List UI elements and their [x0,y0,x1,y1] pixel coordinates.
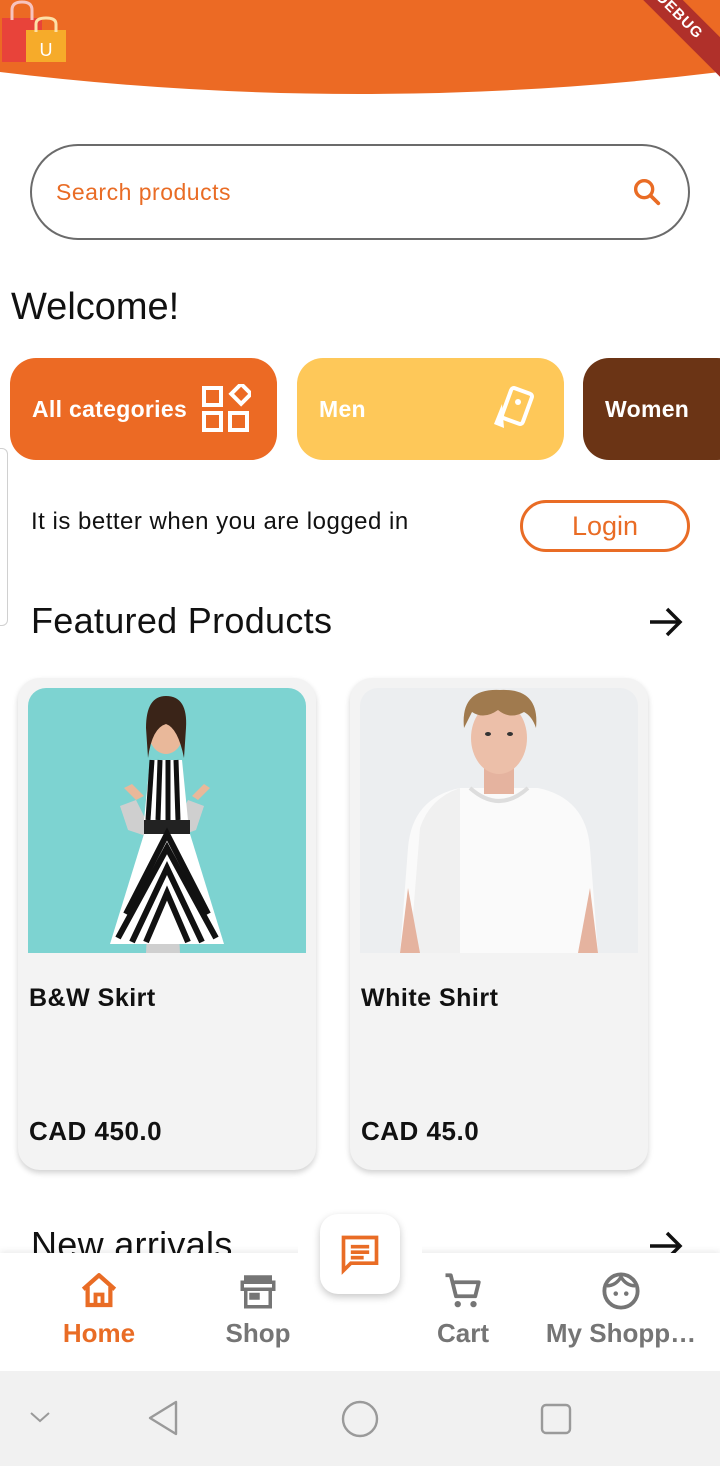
shopping-bag-u-logo: U [2,0,66,62]
grid-icon [202,384,251,432]
nav-cart-label: Cart [436,1318,489,1348]
featured-products-title: Featured Products [31,600,333,641]
logo-letter: U [40,40,53,60]
man-white-tshirt-photo [360,688,638,953]
side-drawer-handle[interactable] [0,448,8,626]
woman-striped-dress-photo [28,688,306,953]
category-women[interactable]: Women [583,358,720,460]
product-price: CAD 45.0 [361,1116,480,1146]
nav-home[interactable]: Home [58,1270,140,1349]
cart-icon [445,1273,481,1308]
recents-icon[interactable] [538,1401,574,1437]
nav-home-label: Home [62,1318,136,1348]
nav-my-shopping-label: My Shopp… [545,1318,697,1348]
login-prompt-text: It is better when you are logged in [31,508,409,535]
nav-shop[interactable]: Shop [217,1270,299,1349]
product-name: B&W Skirt [29,984,156,1012]
chat-button[interactable] [320,1214,400,1294]
product-price: CAD 450.0 [29,1116,163,1146]
face-icon [602,1272,640,1310]
nav-my-shopping[interactable]: My Shopp… [540,1270,702,1349]
store-icon [240,1275,276,1309]
chat-icon [341,1235,379,1275]
collapse-icon[interactable] [28,1407,52,1427]
category-men[interactable]: Men [297,358,564,460]
header-wave [0,0,720,94]
category-all-categories[interactable]: All categories [10,358,277,460]
home-icon [81,1273,117,1308]
product-card[interactable]: B&W Skirt CAD 450.0 [18,678,316,1170]
search-input[interactable]: Search products [30,144,690,240]
product-card[interactable]: White Shirt CAD 45.0 [350,678,648,1170]
search-icon[interactable] [630,175,664,209]
category-label: All categories [32,395,188,422]
nav-shop-label: Shop [225,1318,291,1348]
back-icon[interactable] [146,1399,182,1437]
system-navigation-bar [0,1371,720,1466]
login-button[interactable]: Login [520,500,690,552]
category-label: Men [319,395,366,422]
product-name: White Shirt [361,984,499,1012]
arrow-right-icon[interactable] [646,602,686,642]
nav-cart[interactable]: Cart [423,1270,503,1349]
cards-icon [494,386,534,428]
welcome-heading: Welcome! [11,286,180,328]
category-label: Women [605,395,690,422]
app-header: U DEBUG [0,0,720,100]
search-placeholder: Search products [56,178,231,205]
home-circle-icon[interactable] [340,1399,380,1439]
